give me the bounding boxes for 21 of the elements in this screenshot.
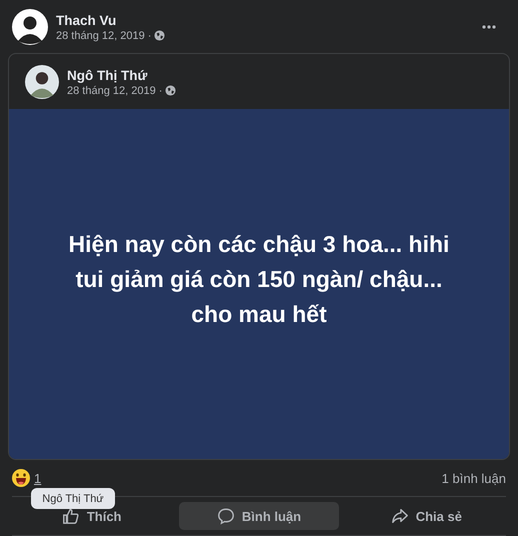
- thumbs-up-icon: [62, 507, 80, 525]
- comment-count[interactable]: 1 bình luận: [442, 470, 506, 486]
- speech-bubble-icon: [216, 507, 235, 525]
- avatar[interactable]: [12, 9, 48, 45]
- post-text-line: Hiện nay còn các chậu 3 hoa... hihi: [68, 230, 450, 259]
- more-options-icon[interactable]: [482, 25, 496, 29]
- laughing-emoji-icon[interactable]: [12, 469, 30, 487]
- post-text-line: cho mau hết: [191, 300, 327, 328]
- tooltip: Ngô Thị Thứ: [31, 488, 115, 509]
- avatar[interactable]: [25, 65, 59, 99]
- share-button[interactable]: Chia sẻ: [346, 502, 506, 530]
- post-time[interactable]: 28 tháng 12, 2019 ·: [67, 84, 162, 96]
- reaction-count[interactable]: 1: [34, 470, 42, 486]
- author-name[interactable]: Ngô Thị Thứ: [67, 68, 497, 82]
- globe-icon: [154, 30, 166, 41]
- author-name[interactable]: Thach Vu: [56, 12, 474, 28]
- globe-icon: [165, 85, 176, 96]
- post-time[interactable]: 28 tháng 12, 2019 ·: [56, 30, 152, 42]
- share-arrow-icon: [390, 507, 409, 525]
- post-text-line: tui giảm giá còn 150 ngàn/ chậu...: [76, 264, 442, 294]
- comment-button[interactable]: Bình luận: [179, 502, 339, 530]
